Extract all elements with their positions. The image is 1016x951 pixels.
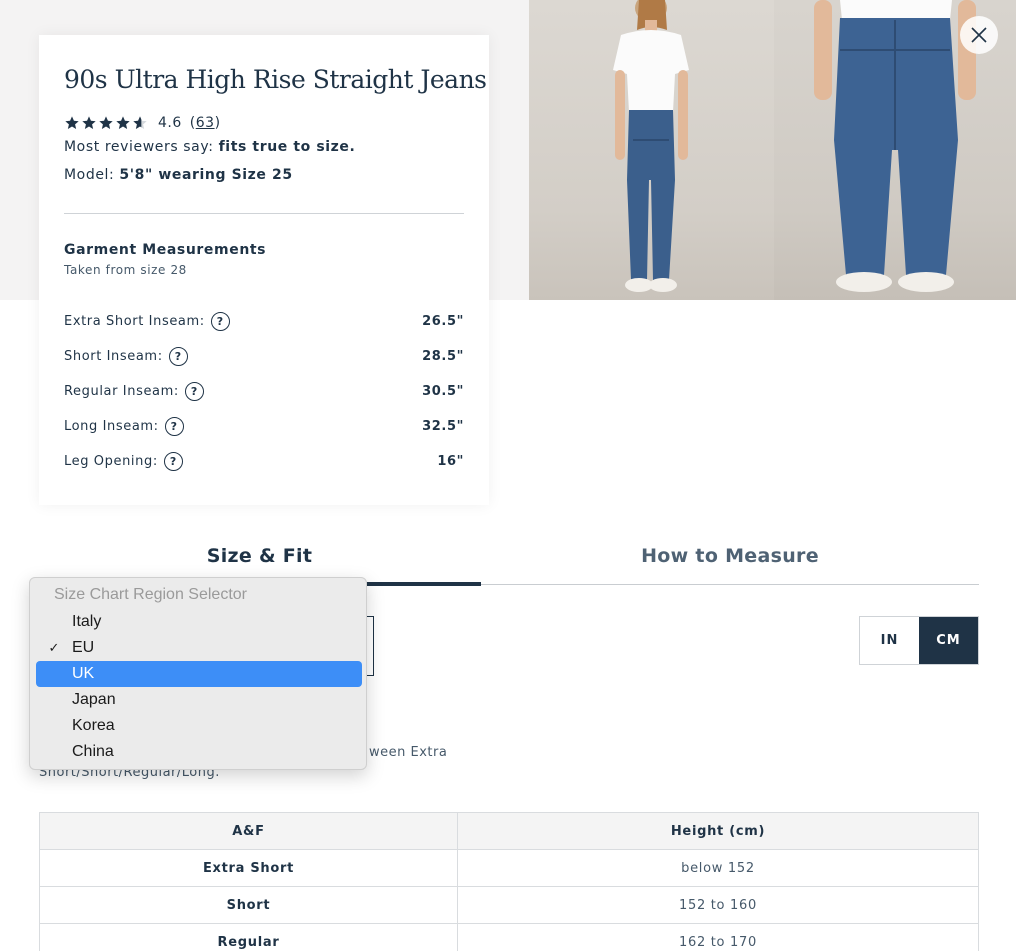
rating-row: 4.6 (63) xyxy=(64,115,221,131)
tab-size-fit[interactable]: Size & Fit xyxy=(39,545,480,567)
unit-in-button[interactable]: IN xyxy=(860,617,919,664)
help-icon[interactable]: ? xyxy=(168,346,188,366)
unit-cm-button[interactable]: CM xyxy=(919,617,978,664)
product-info-card: 90s Ultra High Rise Straight Jeans 4.6 (… xyxy=(39,35,489,505)
dropdown-option-eu[interactable]: ✓ EU xyxy=(36,635,362,661)
table-cell: Short xyxy=(39,886,458,924)
table-header-row: A&F Height (cm) xyxy=(39,812,979,850)
table-cell: Extra Short xyxy=(39,849,458,887)
measurement-row-long-inseam: Long Inseam:? 32.5" xyxy=(64,414,464,438)
star-full-icon xyxy=(65,116,79,129)
option-label: China xyxy=(72,743,114,760)
measurement-row-short-inseam: Short Inseam:? 28.5" xyxy=(64,344,464,368)
measurement-row-regular-inseam: Regular Inseam:? 30.5" xyxy=(64,379,464,403)
dropdown-option-japan[interactable]: Japan xyxy=(36,687,362,713)
model-prefix: Model: xyxy=(64,167,120,183)
measurement-row-extra-short-inseam: Extra Short Inseam:? 26.5" xyxy=(64,309,464,333)
table-cell: 152 to 160 xyxy=(457,886,979,924)
measurement-value: 26.5" xyxy=(422,313,464,329)
review-count: (63) xyxy=(190,115,221,131)
close-button[interactable] xyxy=(960,16,998,54)
review-count-close: ) xyxy=(214,115,221,131)
measurement-row-leg-opening: Leg Opening:? 16" xyxy=(64,449,464,473)
dropdown-option-china[interactable]: China xyxy=(36,739,362,765)
star-full-icon xyxy=(82,116,96,129)
model-info: Model: 5'8" wearing Size 25 xyxy=(64,167,293,183)
table-cell: 162 to 170 xyxy=(457,923,979,951)
measurement-value: 32.5" xyxy=(422,418,464,434)
help-icon[interactable]: ? xyxy=(184,381,204,401)
option-label: Japan xyxy=(72,691,116,708)
measurement-label: Extra Short Inseam: xyxy=(64,313,205,329)
unit-toggle: IN CM xyxy=(859,616,979,665)
help-icon[interactable]: ? xyxy=(210,311,230,331)
dropdown-option-korea[interactable]: Korea xyxy=(36,713,362,739)
tab-how-to-measure[interactable]: How to Measure xyxy=(481,545,979,567)
table-header: A&F xyxy=(39,812,458,850)
close-icon xyxy=(971,27,987,43)
model-size: 5'8" wearing Size 25 xyxy=(119,167,293,183)
divider xyxy=(64,213,464,214)
measurement-label: Regular Inseam: xyxy=(64,383,179,399)
measurement-label: Leg Opening: xyxy=(64,453,158,469)
table-row: Regular 162 to 170 xyxy=(39,923,979,951)
measurement-label: Long Inseam: xyxy=(64,418,159,434)
option-label: UK xyxy=(72,665,95,682)
product-title: 90s Ultra High Rise Straight Jeans xyxy=(64,65,487,94)
option-label: Korea xyxy=(72,717,115,734)
table-cell: Regular xyxy=(39,923,458,951)
reviewers-prefix: Most reviewers say: xyxy=(64,139,219,155)
dropdown-option-italy[interactable]: Italy xyxy=(36,609,362,635)
reviewers-summary: Most reviewers say: fits true to size. xyxy=(64,139,355,155)
size-chart-table: A&F Height (cm) Extra Short below 152 Sh… xyxy=(39,812,979,951)
rating-stars xyxy=(64,115,148,131)
review-count-link[interactable]: 63 xyxy=(196,115,215,131)
help-icon[interactable]: ? xyxy=(163,451,183,471)
measurement-value: 16" xyxy=(437,453,464,469)
star-half-icon xyxy=(133,116,147,129)
table-header: Height (cm) xyxy=(457,812,979,850)
garment-measurements-title: Garment Measurements xyxy=(64,242,267,258)
measurement-value: 28.5" xyxy=(422,348,464,364)
product-photo-front xyxy=(529,0,774,300)
help-icon[interactable]: ? xyxy=(164,416,184,436)
option-label: EU xyxy=(72,639,95,656)
table-row: Short 152 to 160 xyxy=(39,886,979,924)
rating-value: 4.6 xyxy=(158,115,182,131)
star-full-icon xyxy=(116,116,130,129)
dropdown-header: Size Chart Region Selector xyxy=(54,586,247,603)
region-dropdown-menu: Size Chart Region Selector Italy ✓ EU UK … xyxy=(29,577,367,770)
garment-measurements-subtitle: Taken from size 28 xyxy=(64,263,187,277)
dropdown-option-uk[interactable]: UK xyxy=(36,661,362,687)
measurement-label: Short Inseam: xyxy=(64,348,163,364)
measurement-value: 30.5" xyxy=(422,383,464,399)
table-row: Extra Short below 152 xyxy=(39,849,979,887)
star-full-icon xyxy=(99,116,113,129)
model-figure-front xyxy=(613,0,689,292)
checkmark-icon: ✓ xyxy=(48,640,60,655)
reviewers-fit: fits true to size. xyxy=(218,139,356,155)
table-cell: below 152 xyxy=(457,849,979,887)
option-label: Italy xyxy=(72,613,102,630)
